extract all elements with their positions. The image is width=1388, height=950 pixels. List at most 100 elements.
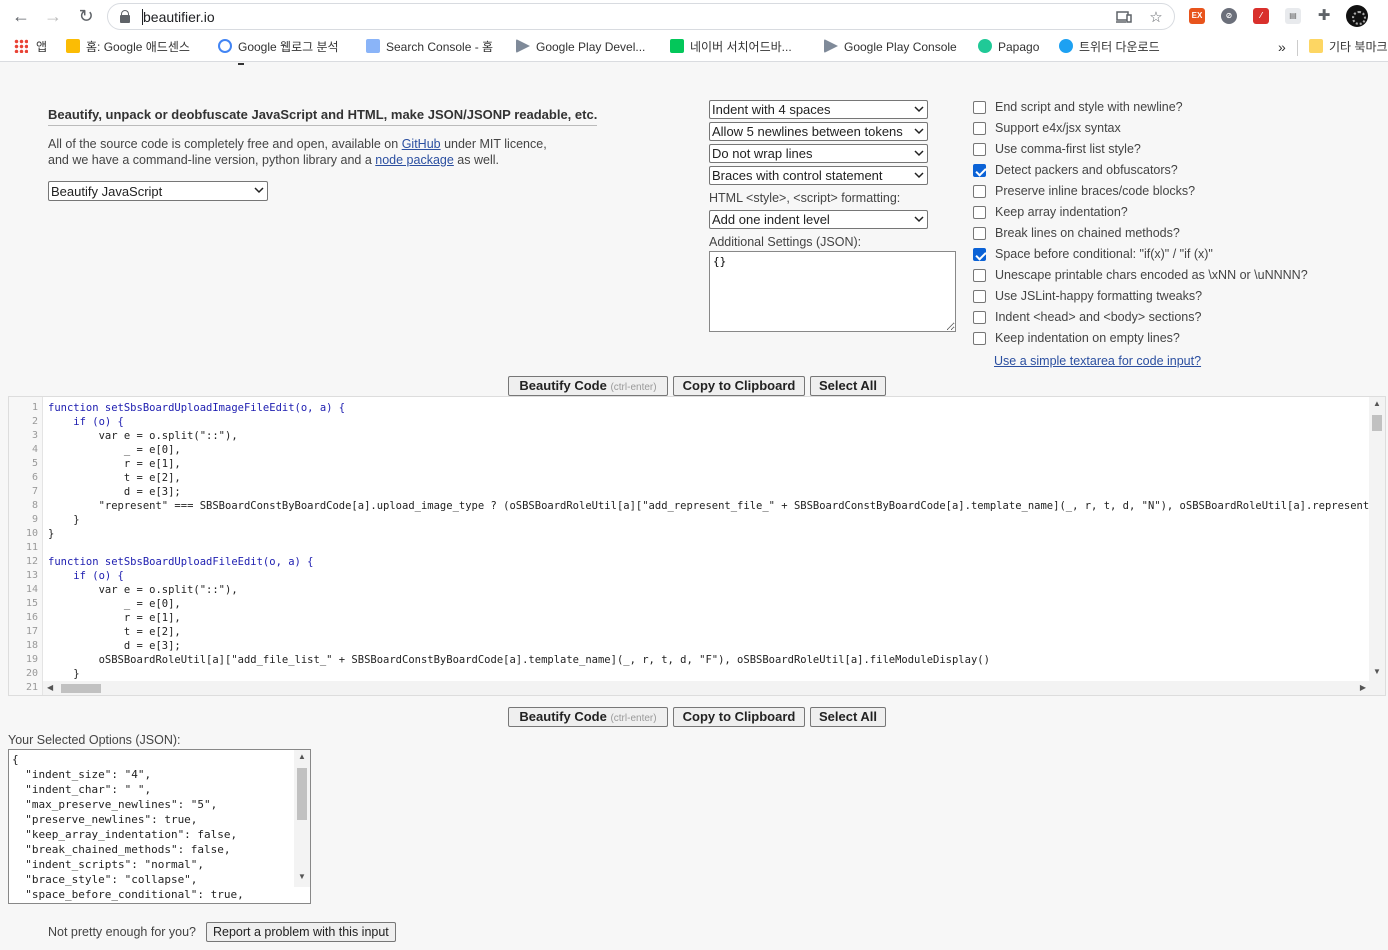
install-app-icon[interactable] (1116, 10, 1132, 26)
options-json-line: "indent_char": " ", (12, 783, 152, 796)
additional-settings-label: Additional Settings (JSON): (709, 235, 862, 249)
code-line: t = e[2], (48, 626, 181, 638)
scroll-down-icon[interactable]: ▼ (1373, 667, 1381, 676)
code-line: d = e[3]; (48, 640, 181, 652)
checkbox[interactable] (973, 332, 986, 345)
naver-icon (670, 39, 684, 53)
line-number: 21 (25, 682, 38, 693)
extensions-puzzle-icon[interactable]: ✚ (1316, 8, 1332, 24)
copy-clipboard-button[interactable]: Copy to Clipboard (673, 376, 805, 396)
checkbox[interactable] (973, 101, 986, 114)
scrollbar-thumb[interactable] (297, 768, 307, 820)
twitter-download-icon (1059, 39, 1073, 53)
select-all-button[interactable]: Select All (810, 376, 886, 396)
checkbox-checked[interactable] (973, 164, 986, 177)
simple-textarea-link[interactable]: Use a simple textarea for code input? (994, 354, 1201, 368)
ext-pdf-icon[interactable]: ⁄ (1253, 8, 1269, 24)
bookmark-apps[interactable]: 앱 (14, 39, 47, 55)
selected-options-textarea[interactable]: { "indent_size": "4", "indent_char": " "… (8, 749, 311, 904)
scroll-up-icon[interactable]: ▲ (1373, 399, 1381, 408)
forward-icon[interactable]: → (42, 6, 64, 28)
code-line: if (o) { (48, 570, 124, 582)
code-line: var e = o.split("::"), (48, 584, 238, 596)
checkbox[interactable] (973, 311, 986, 324)
ext-document-icon[interactable]: ▤ (1285, 8, 1301, 24)
additional-settings-textarea[interactable]: {} (709, 251, 956, 332)
adsense-icon (66, 39, 80, 53)
apps-grid-icon (14, 39, 28, 53)
beautify-button[interactable]: Beautify Code (ctrl-enter) (508, 707, 668, 727)
checkbox[interactable] (973, 143, 986, 156)
code-line: _ = e[0], (48, 598, 181, 610)
bookmark-adsense[interactable]: 홈: Google 애드센스 (66, 39, 190, 55)
bookmark-papago[interactable]: Papago (978, 39, 1039, 55)
braces-select[interactable]: Braces with control statement (709, 166, 928, 185)
line-number: 7 (31, 486, 38, 497)
html-formatting-label: HTML <style>, <script> formatting: (709, 191, 901, 205)
code-line: var e = o.split("::"), (48, 430, 238, 442)
code-horizontal-scrollbar[interactable]: ◀ ▶ (43, 681, 1385, 695)
bookmark-naver-advisor[interactable]: 네이버 서치어드바... (670, 39, 792, 55)
scroll-down-icon[interactable]: ▼ (298, 872, 306, 881)
mode-select[interactable]: Beautify JavaScript (48, 181, 268, 201)
scrollbar-thumb[interactable] (61, 684, 101, 693)
bookmark-search-console[interactable]: Search Console - 홈 (366, 39, 493, 55)
back-icon[interactable]: ← (10, 6, 32, 28)
github-link[interactable]: GitHub (402, 137, 441, 151)
bookmark-analytics[interactable]: Google 웹로그 분석 (218, 39, 339, 55)
bookmark-play-developer[interactable]: Google Play Devel... (516, 39, 645, 55)
line-number: 8 (31, 500, 38, 511)
page-title-fragment (238, 63, 244, 65)
lock-icon[interactable] (120, 10, 130, 23)
bookmarks-overflow-chevron[interactable]: » (1278, 39, 1286, 55)
line-number: 17 (25, 626, 38, 637)
ext-compass-icon[interactable]: ⊘ (1221, 8, 1237, 24)
checkbox[interactable] (973, 122, 986, 135)
bookmark-star-icon[interactable]: ☆ (1148, 10, 1164, 26)
newlines-select[interactable]: Allow 5 newlines between tokens (709, 122, 928, 141)
select-all-button[interactable]: Select All (810, 707, 886, 727)
code-line: t = e[2], (48, 472, 181, 484)
bookmark-twitter-download[interactable]: 트위터 다운로드 (1059, 39, 1160, 55)
code-line: r = e[1], (48, 612, 181, 624)
profile-avatar[interactable] (1346, 5, 1368, 27)
report-problem-button[interactable]: Report a problem with this input (206, 922, 396, 942)
papago-icon (978, 39, 992, 53)
line-number: 18 (25, 640, 38, 651)
code-vertical-scrollbar[interactable]: ▲ ▼ (1369, 397, 1385, 682)
indent-select[interactable]: Indent with 4 spaces (709, 100, 928, 119)
other-bookmarks[interactable]: 기타 북마크 (1309, 39, 1388, 55)
google-icon (218, 39, 232, 53)
html-indent-select[interactable]: Add one indent level (709, 210, 928, 229)
indent-select-wrap: Indent with 4 spaces (709, 100, 928, 119)
line-number: 1 (31, 402, 38, 413)
line-number: 4 (31, 444, 38, 455)
line-number: 15 (25, 598, 38, 609)
copy-clipboard-button[interactable]: Copy to Clipboard (673, 707, 805, 727)
address-bar[interactable]: beautifier.io ☆ (107, 3, 1175, 30)
ext-ex-icon[interactable]: EX (1189, 8, 1205, 24)
scroll-up-icon[interactable]: ▲ (298, 752, 306, 761)
options-scrollbar[interactable]: ▲ ▼ (294, 750, 310, 887)
scroll-left-icon[interactable]: ◀ (47, 683, 53, 692)
play-console-icon (516, 39, 530, 53)
options-json-line: "indent_size": "4", (12, 768, 152, 781)
checkbox[interactable] (973, 269, 986, 282)
checkbox[interactable] (973, 206, 986, 219)
newlines-select-wrap: Allow 5 newlines between tokens (709, 122, 928, 141)
code-editor[interactable]: 1 2 3 4 5 6 7 8 9 10 11 12 13 14 15 16 1… (8, 396, 1386, 696)
checkbox[interactable] (973, 227, 986, 240)
line-number: 20 (25, 668, 38, 679)
beautify-button[interactable]: Beautify Code (ctrl-enter) (508, 376, 668, 396)
scrollbar-thumb[interactable] (1372, 415, 1382, 431)
tagline: Beautify, unpack or deobfuscate JavaScri… (48, 107, 598, 126)
bookmark-play-console[interactable]: Google Play Console (824, 39, 957, 55)
options-json-line: "space_before_conditional": true, (12, 888, 244, 901)
node-package-link[interactable]: node package (375, 153, 454, 167)
checkbox-checked[interactable] (973, 248, 986, 261)
scroll-right-icon[interactable]: ▶ (1360, 683, 1366, 692)
reload-icon[interactable]: ↻ (75, 6, 97, 28)
checkbox[interactable] (973, 185, 986, 198)
checkbox[interactable] (973, 290, 986, 303)
wrap-select[interactable]: Do not wrap lines (709, 144, 928, 163)
